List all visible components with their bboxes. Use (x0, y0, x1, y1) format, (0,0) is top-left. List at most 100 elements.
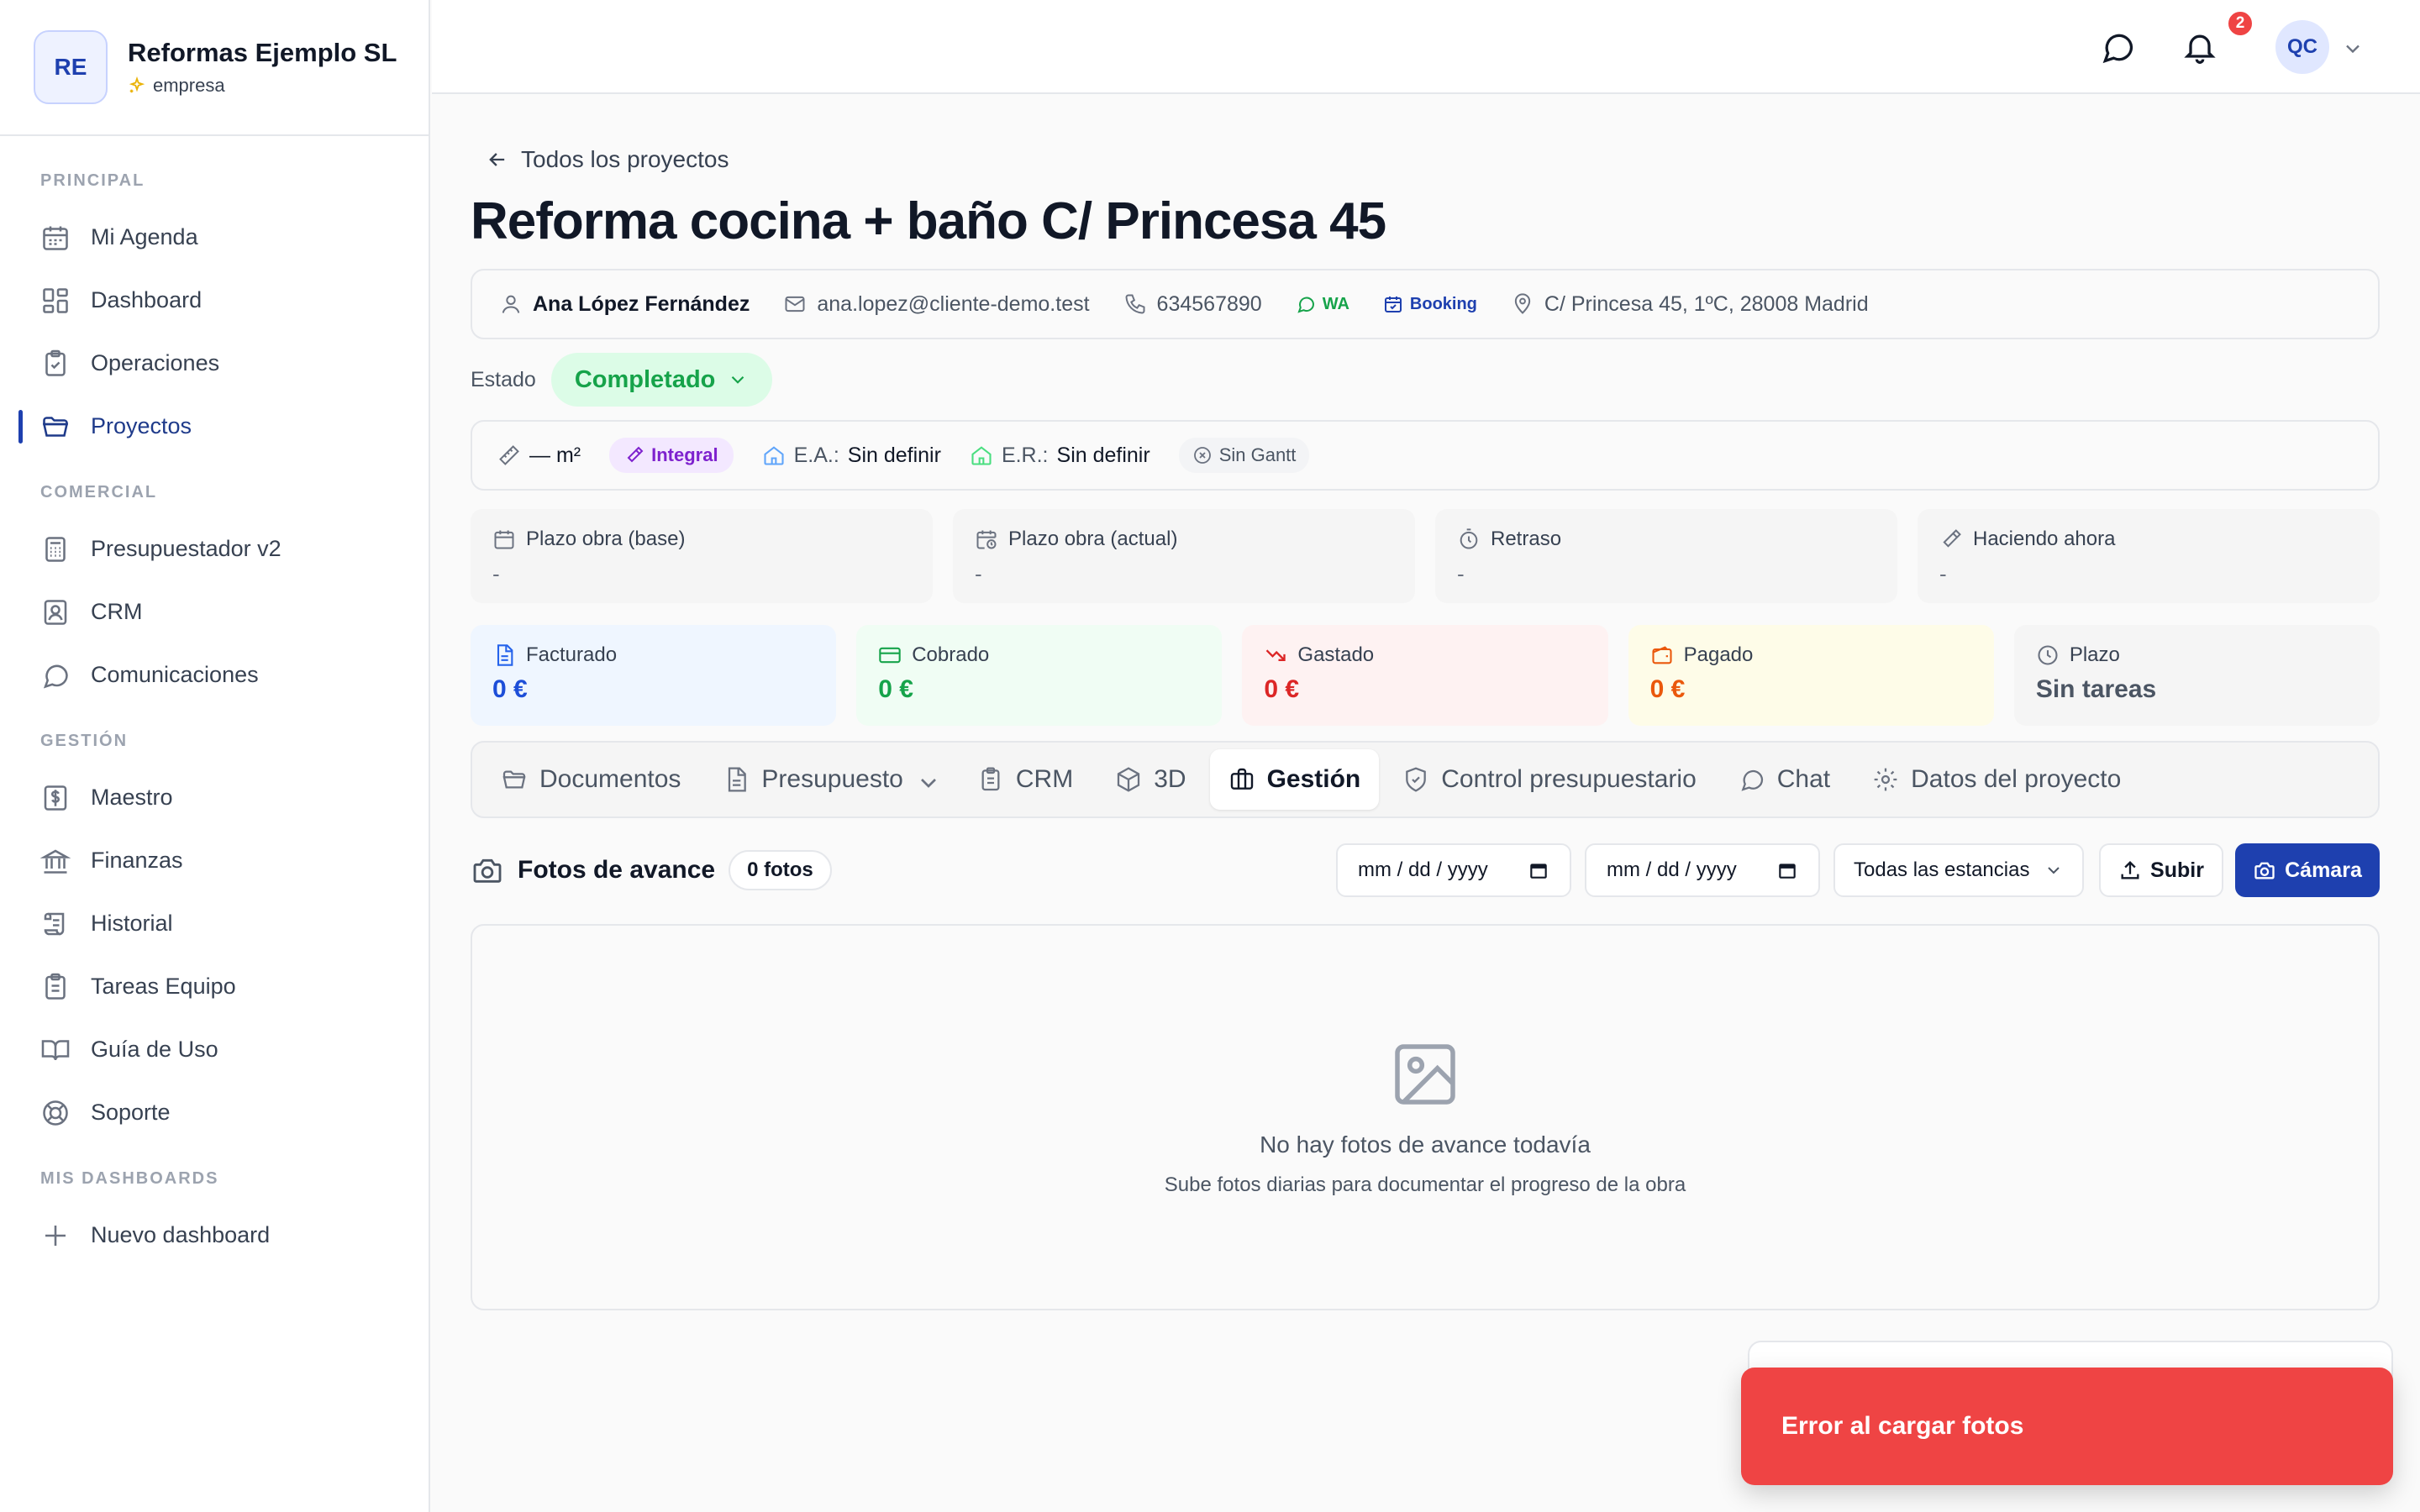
status-dropdown[interactable]: Completado (550, 353, 773, 407)
upload-button[interactable]: Subir (2099, 843, 2223, 897)
sidebar-item-label: Mi Agenda (91, 224, 198, 249)
image-icon (1388, 1037, 1462, 1111)
timer-icon (1457, 528, 1481, 551)
finance-card-pagado: Pagado 0 € (1628, 625, 1994, 726)
tab-gestion[interactable]: Gestión (1209, 749, 1380, 810)
camera-icon (2253, 858, 2276, 882)
booking-link[interactable]: Booking (1383, 294, 1477, 314)
tab-label: Documentos (539, 765, 681, 793)
error-toast[interactable]: Error al cargar fotos (1741, 1368, 2393, 1485)
scroll-icon (40, 909, 71, 939)
page-title: Reforma cocina + baño C/ Princesa 45 (471, 192, 1386, 250)
lifebuoy-icon (40, 1098, 71, 1128)
chevron-down-icon[interactable] (2341, 37, 2365, 60)
sidebar-item-label: Dashboard (91, 287, 203, 312)
tab-documentos[interactable]: Documentos (482, 749, 699, 810)
date-to-input[interactable]: mm / dd / yyyy (1585, 843, 1820, 897)
folder-icon (40, 412, 71, 442)
sidebar-item-historial[interactable]: Historial (0, 892, 429, 955)
tab-chat[interactable]: Chat (1720, 749, 1849, 810)
bell-icon[interactable] (2181, 29, 2218, 66)
wallet-icon (1650, 643, 1674, 667)
sidebar-item-label: Nuevo dashboard (91, 1222, 271, 1247)
tab-label: CRM (1015, 765, 1074, 793)
dollar-icon (40, 783, 71, 813)
brand[interactable]: RE Reformas Ejemplo SL empresa (0, 0, 429, 136)
project-tabs: Documentos Presupuesto CRM 3D Gestión Co… (471, 741, 2380, 818)
chat-icon[interactable] (2099, 29, 2136, 66)
sidebar-item-maestro[interactable]: Maestro (0, 766, 429, 829)
sidebar-item-label: Comunicaciones (91, 662, 259, 687)
sidebar-item-presupuestador[interactable]: Presupuestador v2 (0, 517, 429, 580)
back-link[interactable]: Todos los proyectos (486, 146, 729, 173)
finance-card-cobrado: Cobrado 0 € (856, 625, 1223, 726)
deadline-card-value: - (1939, 561, 1947, 586)
sidebar-item-label: Presupuestador v2 (91, 536, 281, 561)
sidebar-item-comunicaciones[interactable]: Comunicaciones (0, 643, 429, 706)
camera-button[interactable]: Cámara (2235, 843, 2380, 897)
status-value: Completado (574, 365, 716, 393)
sidebar-item-label: Maestro (91, 785, 173, 810)
user-avatar[interactable]: QC (2275, 20, 2329, 74)
empty-state-title: No hay fotos de avance todavía (1260, 1131, 1591, 1158)
tab-control-presupuestario[interactable]: Control presupuestario (1384, 749, 1715, 810)
sidebar-item-proyectos[interactable]: Proyectos (0, 395, 429, 458)
photos-empty-state: No hay fotos de avance todavía Sube foto… (471, 924, 2380, 1310)
project-ea-label: E.A.: (793, 443, 839, 467)
calendar-icon (492, 528, 516, 551)
tab-label: Datos del proyecto (1911, 765, 2122, 793)
finance-card-value: Sin tareas (2035, 675, 2157, 703)
sidebar-item-guia-de-uso[interactable]: Guía de Uso (0, 1018, 429, 1081)
sidebar-item-mi-agenda[interactable]: Mi Agenda (0, 206, 429, 269)
project-er-label: E.R.: (1001, 443, 1049, 467)
client-phone[interactable]: 634567890 (1123, 292, 1262, 317)
sidebar-item-crm[interactable]: CRM (0, 580, 429, 643)
calendar-icon[interactable] (1528, 859, 1549, 881)
upload-icon (2118, 858, 2142, 882)
sidebar-item-dashboard[interactable]: Dashboard (0, 269, 429, 332)
sidebar-item-tareas-equipo[interactable]: Tareas Equipo (0, 955, 429, 1018)
tab-label: Chat (1776, 765, 1831, 793)
sidebar-item-label: Finanzas (91, 848, 183, 873)
nav-section-mis-dashboards: MIS DASHBOARDS (40, 1169, 219, 1188)
top-header (432, 0, 2420, 94)
empty-state-subtitle: Sube fotos diarias para documentar el pr… (1164, 1173, 1686, 1196)
finance-card-value: 0 € (878, 675, 913, 703)
sidebar-nav: PRINCIPAL Mi Agenda Dashboard Operacione… (0, 136, 429, 1267)
client-email[interactable]: ana.lopez@cliente-demo.test (783, 292, 1090, 317)
sidebar-item-nuevo-dashboard[interactable]: Nuevo dashboard (0, 1204, 429, 1267)
chevron-down-icon (2044, 860, 2064, 880)
client-address: C/ Princesa 45, 1ºC, 28008 Madrid (1511, 292, 1869, 317)
brand-name: Reformas Ejemplo SL (128, 38, 397, 67)
deadline-card-label: Plazo obra (actual) (1008, 528, 1178, 550)
nav-section-comercial: COMERCIAL (40, 483, 158, 501)
tab-3d[interactable]: 3D (1097, 749, 1204, 810)
finance-card-label: Facturado (526, 643, 618, 666)
tab-crm[interactable]: CRM (959, 749, 1092, 810)
sidebar-item-soporte[interactable]: Soporte (0, 1081, 429, 1144)
back-link-label: Todos los proyectos (521, 146, 729, 172)
whatsapp-link[interactable]: WA (1296, 294, 1349, 314)
sidebar-item-label: Proyectos (91, 413, 192, 438)
sidebar-item-operaciones[interactable]: Operaciones (0, 332, 429, 395)
calendar-icon[interactable] (1776, 859, 1798, 881)
finance-card-gastado: Gastado 0 € (1242, 625, 1608, 726)
tab-presupuesto[interactable]: Presupuesto (704, 749, 953, 810)
project-area-value: — m² (529, 443, 581, 467)
client-name-text: Ana López Fernández (533, 291, 750, 316)
sidebar-item-finanzas[interactable]: Finanzas (0, 829, 429, 892)
tab-datos-del-proyecto[interactable]: Datos del proyecto (1854, 749, 2139, 810)
photos-title: Fotos de avance (518, 856, 716, 884)
nav-section-gestion: GESTIÓN (40, 732, 129, 750)
folder-open-icon (501, 766, 528, 793)
date-from-input[interactable]: mm / dd / yyyy (1336, 843, 1571, 897)
client-phone-text: 634567890 (1156, 291, 1262, 316)
credit-card-icon (878, 643, 902, 667)
deadline-card-value: - (975, 561, 982, 586)
clipboard-list-icon (40, 972, 71, 1002)
stance-filter-select[interactable]: Todas las estancias (1833, 843, 2084, 897)
dashboard-icon (40, 286, 71, 316)
project-ea: E.A.: Sin definir (762, 444, 941, 468)
tab-label: Gestión (1266, 765, 1361, 793)
camera-button-label: Cámara (2285, 858, 2362, 882)
